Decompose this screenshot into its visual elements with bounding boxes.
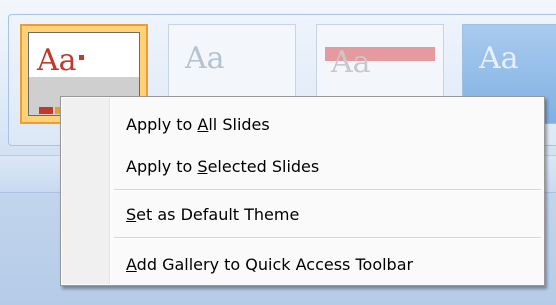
menu-separator <box>114 189 541 191</box>
context-menu: Apply to All Slides Apply to Selected Sl… <box>60 96 545 286</box>
menu-item-label: Set as Default Theme <box>126 205 300 224</box>
menu-item-apply-to-selected-slides[interactable]: Apply to Selected Slides <box>64 149 541 185</box>
menu-item-set-as-default-theme[interactable]: Set as Default Theme <box>64 197 541 233</box>
menu-item-apply-to-all-slides[interactable]: Apply to All Slides <box>64 107 541 143</box>
menu-item-label: Apply to Selected Slides <box>126 157 320 176</box>
accent-color-swatch <box>39 107 53 114</box>
menu-item-label: Apply to All Slides <box>126 115 270 134</box>
theme-sample-text: Aa <box>479 41 519 76</box>
menu-item-label: Add Gallery to Quick Access Toolbar <box>126 255 414 274</box>
menu-separator <box>114 237 541 239</box>
theme-sample-text: Aa <box>331 45 371 80</box>
theme-sample-text: Aa <box>37 43 77 78</box>
menu-item-add-gallery-to-quick-access-toolbar[interactable]: Add Gallery to Quick Access Toolbar <box>64 247 541 283</box>
theme-sample-text: Aa <box>185 41 225 76</box>
